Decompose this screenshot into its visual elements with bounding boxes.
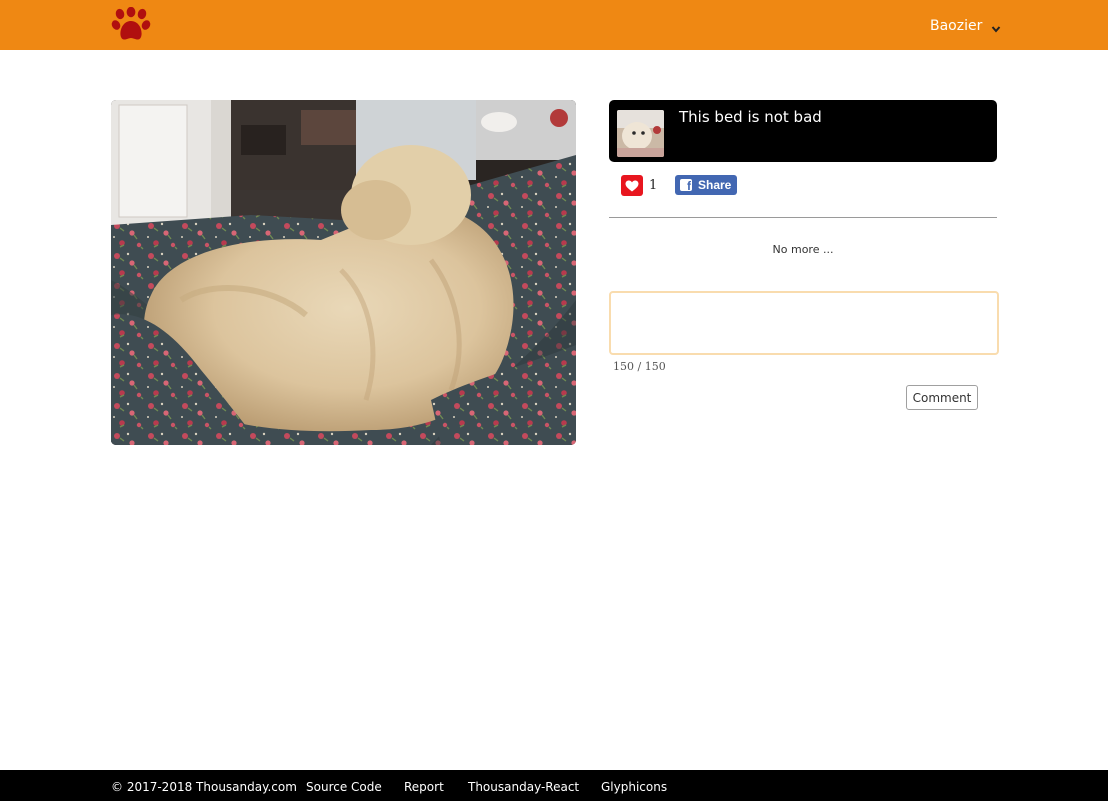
heart-icon [625, 180, 639, 191]
char-counter: 150 / 150 [613, 360, 666, 373]
top-navbar: Baozier [0, 0, 1108, 50]
comment-input[interactable] [609, 291, 999, 355]
no-more-comments: No more ... [772, 243, 834, 256]
post-header: This bed is not bad [609, 100, 997, 162]
post-title: This bed is not bad [679, 108, 822, 126]
user-name[interactable]: Baozier [930, 17, 982, 35]
share-label: Share [698, 178, 732, 192]
comment-button[interactable]: Comment [906, 385, 978, 410]
post-photo [111, 100, 576, 445]
author-avatar[interactable] [617, 110, 664, 157]
facebook-icon: f [680, 179, 692, 192]
facebook-share-button[interactable]: f Share [675, 175, 737, 195]
like-count: 1 [649, 178, 658, 193]
chevron-down-icon[interactable] [991, 21, 1001, 33]
footer-link-thousanday-react[interactable]: Thousanday-React [468, 780, 579, 795]
like-button[interactable] [621, 175, 643, 196]
copyright: © 2017-2018 Thousanday.com [111, 780, 297, 794]
divider [609, 217, 997, 218]
footer-link-glyphicons[interactable]: Glyphicons [601, 780, 667, 795]
footer: © 2017-2018 Thousanday.com Source Code R… [0, 770, 1108, 801]
paw-icon[interactable] [111, 6, 151, 43]
user-menu[interactable]: Baozier [930, 17, 1001, 35]
footer-link-report[interactable]: Report [404, 780, 444, 795]
footer-link-source-code[interactable]: Source Code [306, 780, 382, 795]
